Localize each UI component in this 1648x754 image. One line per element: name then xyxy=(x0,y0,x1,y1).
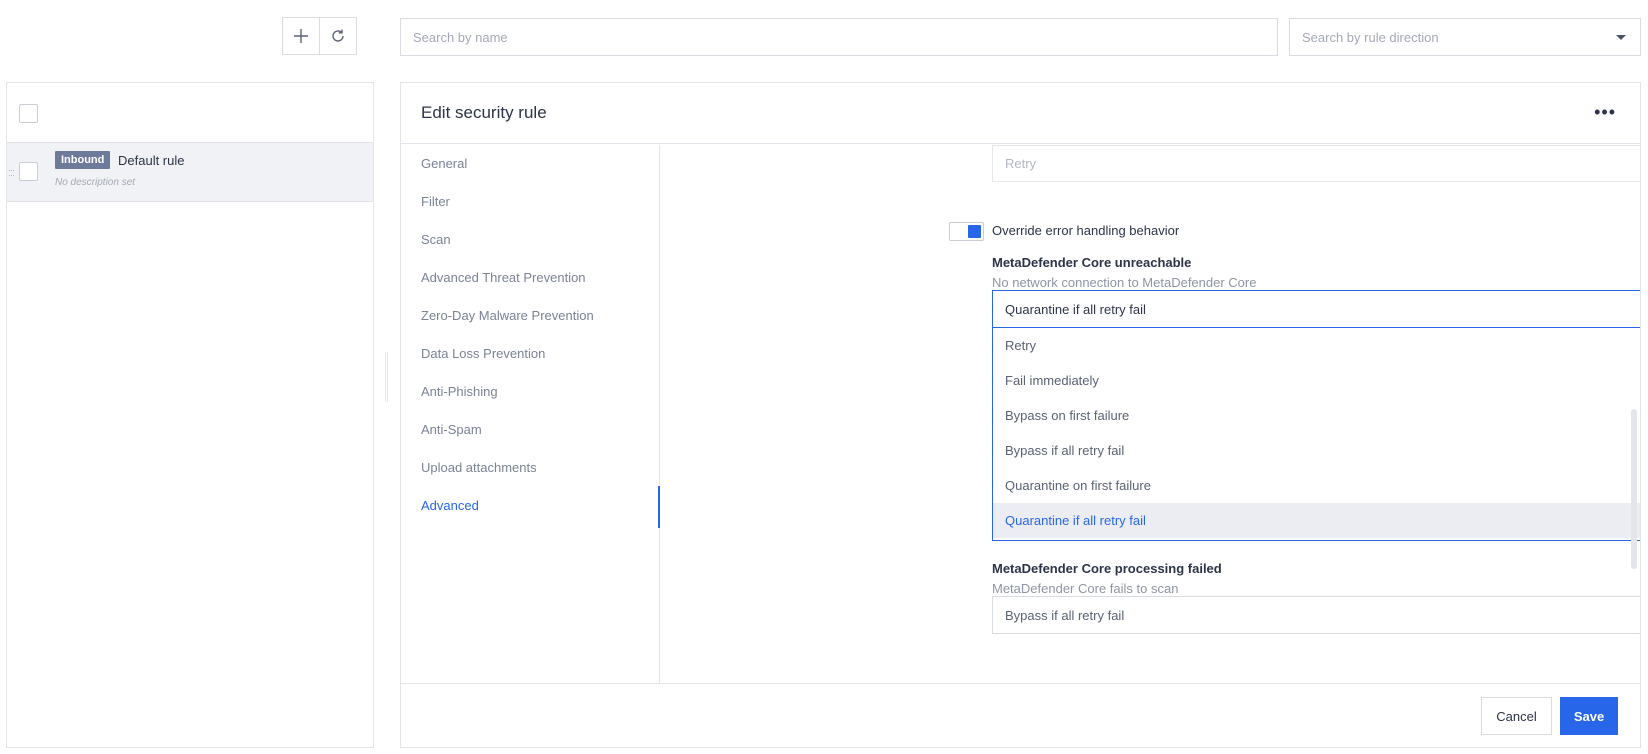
rule-direction-select[interactable]: Search by rule direction xyxy=(1289,18,1641,56)
edit-rule-panel: Edit security rule ••• General Filter Sc… xyxy=(400,82,1641,748)
editor-footer: Cancel Save xyxy=(401,683,1640,747)
active-nav-indicator xyxy=(658,486,660,528)
editor-section-nav: General Filter Scan Advanced Threat Prev… xyxy=(401,145,660,685)
toggle-knob xyxy=(968,225,981,238)
rule-checkbox[interactable] xyxy=(19,162,38,181)
rule-description: No description set xyxy=(55,177,136,188)
nav-item-filter[interactable]: Filter xyxy=(421,194,450,209)
advanced-settings-content: Retry Override error handling behavior M… xyxy=(661,145,1640,685)
rule-name: Default rule xyxy=(118,153,185,168)
refresh-icon xyxy=(332,29,344,42)
rule-direction-placeholder: Search by rule direction xyxy=(1302,29,1439,45)
direction-badge: Inbound xyxy=(55,151,111,169)
core-unreachable-select[interactable]: Quarantine if all retry fail xyxy=(992,290,1640,328)
override-error-handling-toggle[interactable] xyxy=(949,222,984,241)
rule-row[interactable]: Inbound Default rule No description set xyxy=(7,143,373,202)
chevron-down-icon xyxy=(1616,35,1626,40)
option-quarantine-if-all-retry-fail[interactable]: Quarantine if all retry fail xyxy=(993,503,1640,538)
core-unreachable-selected-value: Quarantine if all retry fail xyxy=(1005,301,1146,317)
core-unreachable-subtitle: No network connection to MetaDefender Co… xyxy=(992,275,1257,290)
option-quarantine-on-first-failure[interactable]: Quarantine on first failure xyxy=(993,468,1640,503)
core-unreachable-options-list: Retry Fail immediately Bypass on first f… xyxy=(992,328,1640,541)
refresh-button[interactable] xyxy=(319,17,357,55)
cancel-button[interactable]: Cancel xyxy=(1481,697,1552,735)
nav-item-advanced-threat-prevention[interactable]: Advanced Threat Prevention xyxy=(421,270,586,285)
nav-item-scan[interactable]: Scan xyxy=(421,232,451,247)
core-processing-failed-select[interactable]: Bypass if all retry fail xyxy=(992,596,1640,634)
option-fail-immediately[interactable]: Fail immediately xyxy=(993,363,1640,398)
retry-behavior-value: Retry xyxy=(1005,156,1037,171)
option-bypass-on-first-failure[interactable]: Bypass on first failure xyxy=(993,398,1640,433)
panel-resize-handle[interactable] xyxy=(385,352,388,402)
override-error-handling-label: Override error handling behavior xyxy=(992,223,1180,238)
more-horizontal-icon[interactable]: ••• xyxy=(1594,103,1616,121)
editor-header: Edit security rule ••• xyxy=(401,83,1640,144)
core-processing-failed-subtitle: MetaDefender Core fails to scan xyxy=(992,581,1179,596)
nav-item-anti-phishing[interactable]: Anti-Phishing xyxy=(421,384,498,399)
core-processing-failed-selected-value: Bypass if all retry fail xyxy=(1005,607,1125,623)
rules-list-header xyxy=(7,83,373,143)
nav-item-zero-day-malware-prevention[interactable]: Zero-Day Malware Prevention xyxy=(421,308,594,323)
drag-handle-icon[interactable] xyxy=(9,170,14,176)
nav-item-upload-attachments[interactable]: Upload attachments xyxy=(421,460,537,475)
core-unreachable-title: MetaDefender Core unreachable xyxy=(992,255,1192,270)
select-all-checkbox[interactable] xyxy=(19,104,38,123)
nav-item-data-loss-prevention[interactable]: Data Loss Prevention xyxy=(421,346,545,361)
retry-behavior-select[interactable]: Retry xyxy=(992,145,1640,182)
core-processing-failed-title: MetaDefender Core processing failed xyxy=(992,561,1222,576)
add-rule-button[interactable] xyxy=(282,17,320,55)
save-button[interactable]: Save xyxy=(1560,697,1618,735)
nav-item-general[interactable]: General xyxy=(421,156,467,171)
content-scrollbar[interactable] xyxy=(1631,409,1637,569)
option-retry[interactable]: Retry xyxy=(993,328,1640,363)
search-by-name-input[interactable] xyxy=(400,18,1278,56)
rules-list-panel: Inbound Default rule No description set xyxy=(6,82,374,748)
page-title: Edit security rule xyxy=(421,103,547,122)
option-bypass-if-all-retry-fail[interactable]: Bypass if all retry fail xyxy=(993,433,1640,468)
nav-item-anti-spam[interactable]: Anti-Spam xyxy=(421,422,482,437)
plus-icon xyxy=(294,29,308,43)
nav-item-advanced[interactable]: Advanced xyxy=(421,498,479,513)
